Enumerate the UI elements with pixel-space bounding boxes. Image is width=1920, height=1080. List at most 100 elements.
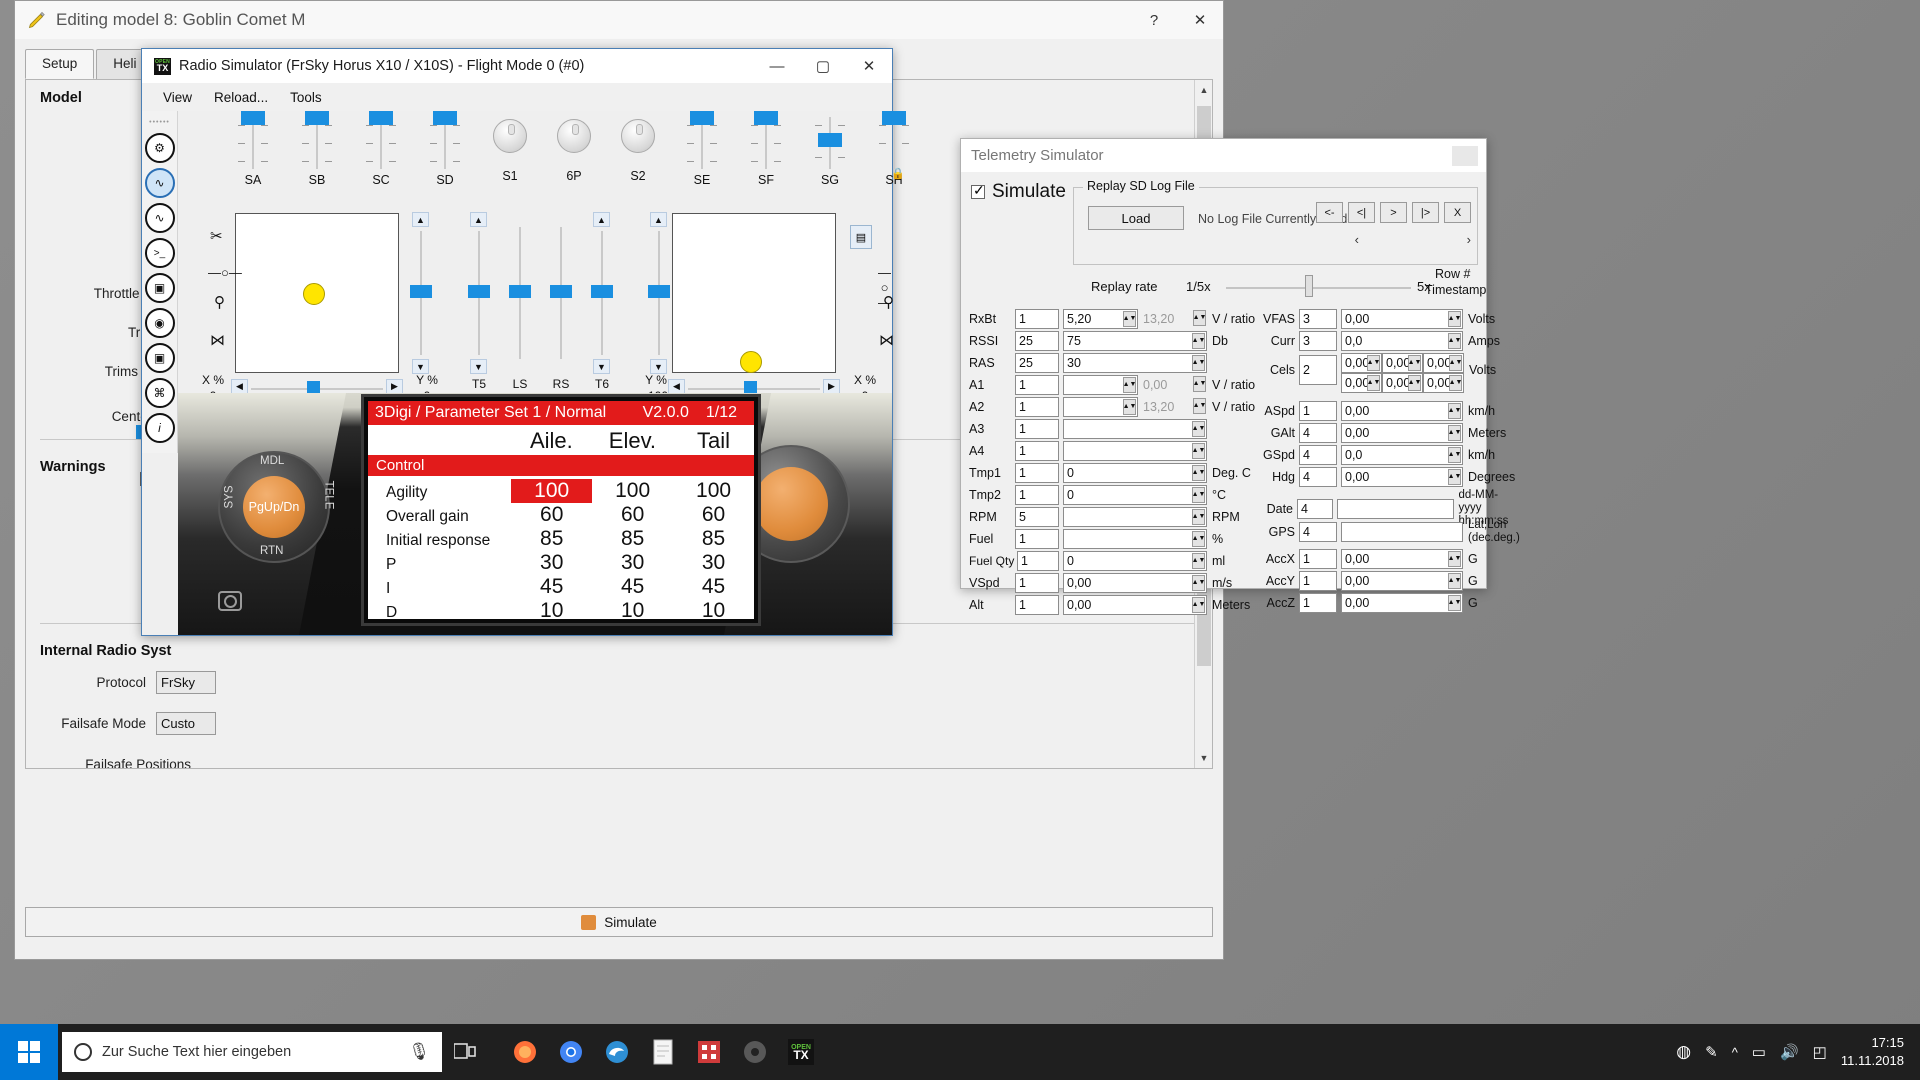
left-y-knob[interactable] bbox=[410, 285, 432, 298]
rssi-value-input[interactable]: 75 ▲▼ bbox=[1063, 331, 1207, 351]
lcd-row-d-aile[interactable]: 10 bbox=[511, 599, 592, 619]
vspd-id-input[interactable]: 1 bbox=[1015, 573, 1059, 593]
internal-protocol-select[interactable]: FrSky bbox=[156, 671, 216, 694]
load-log-button[interactable]: Load bbox=[1088, 206, 1184, 230]
microphone-icon[interactable]: 🎙 bbox=[408, 1042, 430, 1062]
cels-cell-5[interactable]: 0,00 ▲▼ bbox=[1382, 373, 1423, 393]
clock[interactable]: 17:15 11.11.2018 bbox=[1841, 1034, 1904, 1069]
a3-stepper-icon[interactable]: ▲▼ bbox=[1192, 421, 1205, 437]
a4-stepper-icon[interactable]: ▲▼ bbox=[1192, 443, 1205, 459]
chrome-icon[interactable] bbox=[548, 1024, 594, 1080]
network-icon[interactable]: ◰ bbox=[1813, 1043, 1827, 1061]
cels-cell-1-stepper-icon[interactable]: ▲▼ bbox=[1367, 355, 1380, 371]
lcd-row-agility-elev[interactable]: 100 bbox=[592, 479, 673, 503]
windows-start-icon[interactable] bbox=[0, 1024, 58, 1080]
a3-value-input[interactable]: ▲▼ bbox=[1063, 419, 1207, 439]
radio-setup-icon[interactable]: ⚙ bbox=[144, 133, 175, 163]
accx-id-input[interactable]: 1 bbox=[1299, 549, 1337, 569]
tmp1-stepper-icon[interactable]: ▲▼ bbox=[1192, 465, 1205, 481]
gps-value-input[interactable] bbox=[1341, 522, 1463, 543]
lcd-row-p-elev[interactable]: 30 bbox=[592, 551, 673, 575]
a2-extra-stepper-icon[interactable]: ▲▼ bbox=[1193, 398, 1206, 414]
pot-6P[interactable]: 6P bbox=[547, 111, 601, 183]
lcd-row-initial-response-tail[interactable]: 85 bbox=[673, 527, 754, 551]
right-stick-dot[interactable] bbox=[740, 351, 762, 373]
a1-extra-stepper-icon[interactable]: ▲▼ bbox=[1193, 376, 1206, 392]
a1-id-input[interactable]: 1 bbox=[1015, 375, 1059, 395]
disk-icon[interactable] bbox=[732, 1024, 778, 1080]
pgup-pgdn-button[interactable]: PgUp/Dn bbox=[243, 476, 305, 538]
simulate-button[interactable]: Simulate bbox=[25, 907, 1213, 937]
close-button-radiosim[interactable]: ✕ bbox=[846, 49, 892, 83]
cels-cell-1[interactable]: 0,00 ▲▼ bbox=[1341, 353, 1382, 373]
trim-T6[interactable]: ▲ ▼ bbox=[591, 212, 613, 374]
accz-stepper-icon[interactable]: ▲▼ bbox=[1448, 595, 1461, 611]
left-stick-box[interactable] bbox=[235, 213, 399, 373]
tmp2-id-input[interactable]: 1 bbox=[1015, 485, 1059, 505]
ras-stepper-icon[interactable]: ▲▼ bbox=[1192, 355, 1205, 371]
cels-id-input[interactable]: 2 bbox=[1299, 355, 1337, 385]
lcd-row-d-elev[interactable]: 10 bbox=[592, 599, 673, 619]
curr-value-input[interactable]: 0,0 ▲▼ bbox=[1341, 331, 1463, 351]
task-view-icon[interactable] bbox=[442, 1024, 488, 1080]
trim-T5-up[interactable]: ▲ bbox=[470, 212, 487, 227]
fuel-value-input[interactable]: ▲▼ bbox=[1063, 529, 1207, 549]
lcd-row-initial-response[interactable]: Initial response 85 85 85 bbox=[368, 527, 754, 551]
cels-cell-3[interactable]: 0,00 ▲▼ bbox=[1423, 353, 1464, 373]
console-icon[interactable]: >_ bbox=[144, 238, 175, 268]
camera-icon[interactable]: ▣ bbox=[144, 343, 175, 373]
cels-cell-6-stepper-icon[interactable]: ▲▼ bbox=[1449, 375, 1462, 391]
alt-stepper-icon[interactable]: ▲▼ bbox=[1192, 597, 1205, 613]
date-value-input[interactable] bbox=[1337, 498, 1454, 519]
trim-T5-down[interactable]: ▼ bbox=[470, 359, 487, 374]
left-stick-y-slider[interactable]: ▲ ▼ bbox=[410, 212, 432, 374]
a3-id-input[interactable]: 1 bbox=[1015, 419, 1059, 439]
curr-id-input[interactable]: 3 bbox=[1299, 331, 1337, 351]
tmp2-value-input[interactable]: 0 ▲▼ bbox=[1063, 485, 1207, 505]
telemetry-close-button[interactable] bbox=[1452, 145, 1478, 166]
switch-SG[interactable]: SG bbox=[803, 111, 857, 187]
replay-step-prev-icon[interactable]: ‹ bbox=[1355, 232, 1359, 247]
rpm-stepper-icon[interactable]: ▲▼ bbox=[1192, 509, 1205, 525]
pot-S2[interactable]: S2 bbox=[611, 111, 665, 183]
lcd-row-initial-response-elev[interactable]: 85 bbox=[592, 527, 673, 551]
switch-SD[interactable]: SD bbox=[418, 111, 472, 187]
pot-S1-knob[interactable] bbox=[493, 119, 527, 153]
trim-LS-knob[interactable] bbox=[509, 285, 531, 298]
rxbt-id-input[interactable]: 1 bbox=[1015, 309, 1059, 329]
vfas-value-input[interactable]: 0,00 ▲▼ bbox=[1341, 309, 1463, 329]
trim-T6-up[interactable]: ▲ bbox=[593, 212, 610, 227]
hdg-value-input[interactable]: 0,00 ▲▼ bbox=[1341, 467, 1463, 487]
rxbt-value-input[interactable]: 5,20 ▲▼ bbox=[1063, 309, 1138, 329]
about-icon[interactable]: i bbox=[144, 413, 175, 443]
trim-T6-knob[interactable] bbox=[591, 285, 613, 298]
left-y-up-button[interactable]: ▲ bbox=[412, 212, 429, 227]
pot-S1[interactable]: S1 bbox=[483, 111, 537, 183]
vspd-value-input[interactable]: 0,00 ▲▼ bbox=[1063, 573, 1207, 593]
right-stick-box[interactable] bbox=[672, 213, 836, 373]
simulate-checkbox[interactable] bbox=[971, 182, 985, 199]
hdg-id-input[interactable]: 4 bbox=[1299, 467, 1337, 487]
lcd-capture-icon[interactable]: ▣ bbox=[144, 273, 175, 303]
accz-value-input[interactable]: 0,00 ▲▼ bbox=[1341, 593, 1463, 613]
gps-id-input[interactable]: 4 bbox=[1299, 522, 1337, 543]
notepad-icon[interactable] bbox=[640, 1024, 686, 1080]
cels-cell-6[interactable]: 0,00 ▲▼ bbox=[1423, 373, 1464, 393]
galt-id-input[interactable]: 4 bbox=[1299, 423, 1337, 443]
a1-value-input[interactable]: ▲▼ bbox=[1063, 375, 1138, 395]
lcd-row-p-aile[interactable]: 30 bbox=[511, 551, 592, 575]
lcd-row-i[interactable]: I 45 45 45 bbox=[368, 575, 754, 599]
gspd-id-input[interactable]: 4 bbox=[1299, 445, 1337, 465]
accy-value-input[interactable]: 0,00 ▲▼ bbox=[1341, 571, 1463, 591]
cels-cell-2[interactable]: 0,00 ▲▼ bbox=[1382, 353, 1423, 373]
left-stick-dot[interactable] bbox=[303, 283, 325, 305]
lcd-row-p[interactable]: P 30 30 30 bbox=[368, 551, 754, 575]
lcd-row-d-tail[interactable]: 10 bbox=[673, 599, 754, 619]
close-button[interactable]: ✕ bbox=[1177, 1, 1223, 39]
accy-stepper-icon[interactable]: ▲▼ bbox=[1448, 573, 1461, 589]
right-x-right-button[interactable]: ▶ bbox=[823, 379, 840, 394]
opentx-companion-icon[interactable] bbox=[686, 1024, 732, 1080]
trim-T6-down[interactable]: ▼ bbox=[593, 359, 610, 374]
pot-6P-knob[interactable] bbox=[557, 119, 591, 153]
a1-stepper-icon[interactable]: ▲▼ bbox=[1123, 377, 1136, 393]
